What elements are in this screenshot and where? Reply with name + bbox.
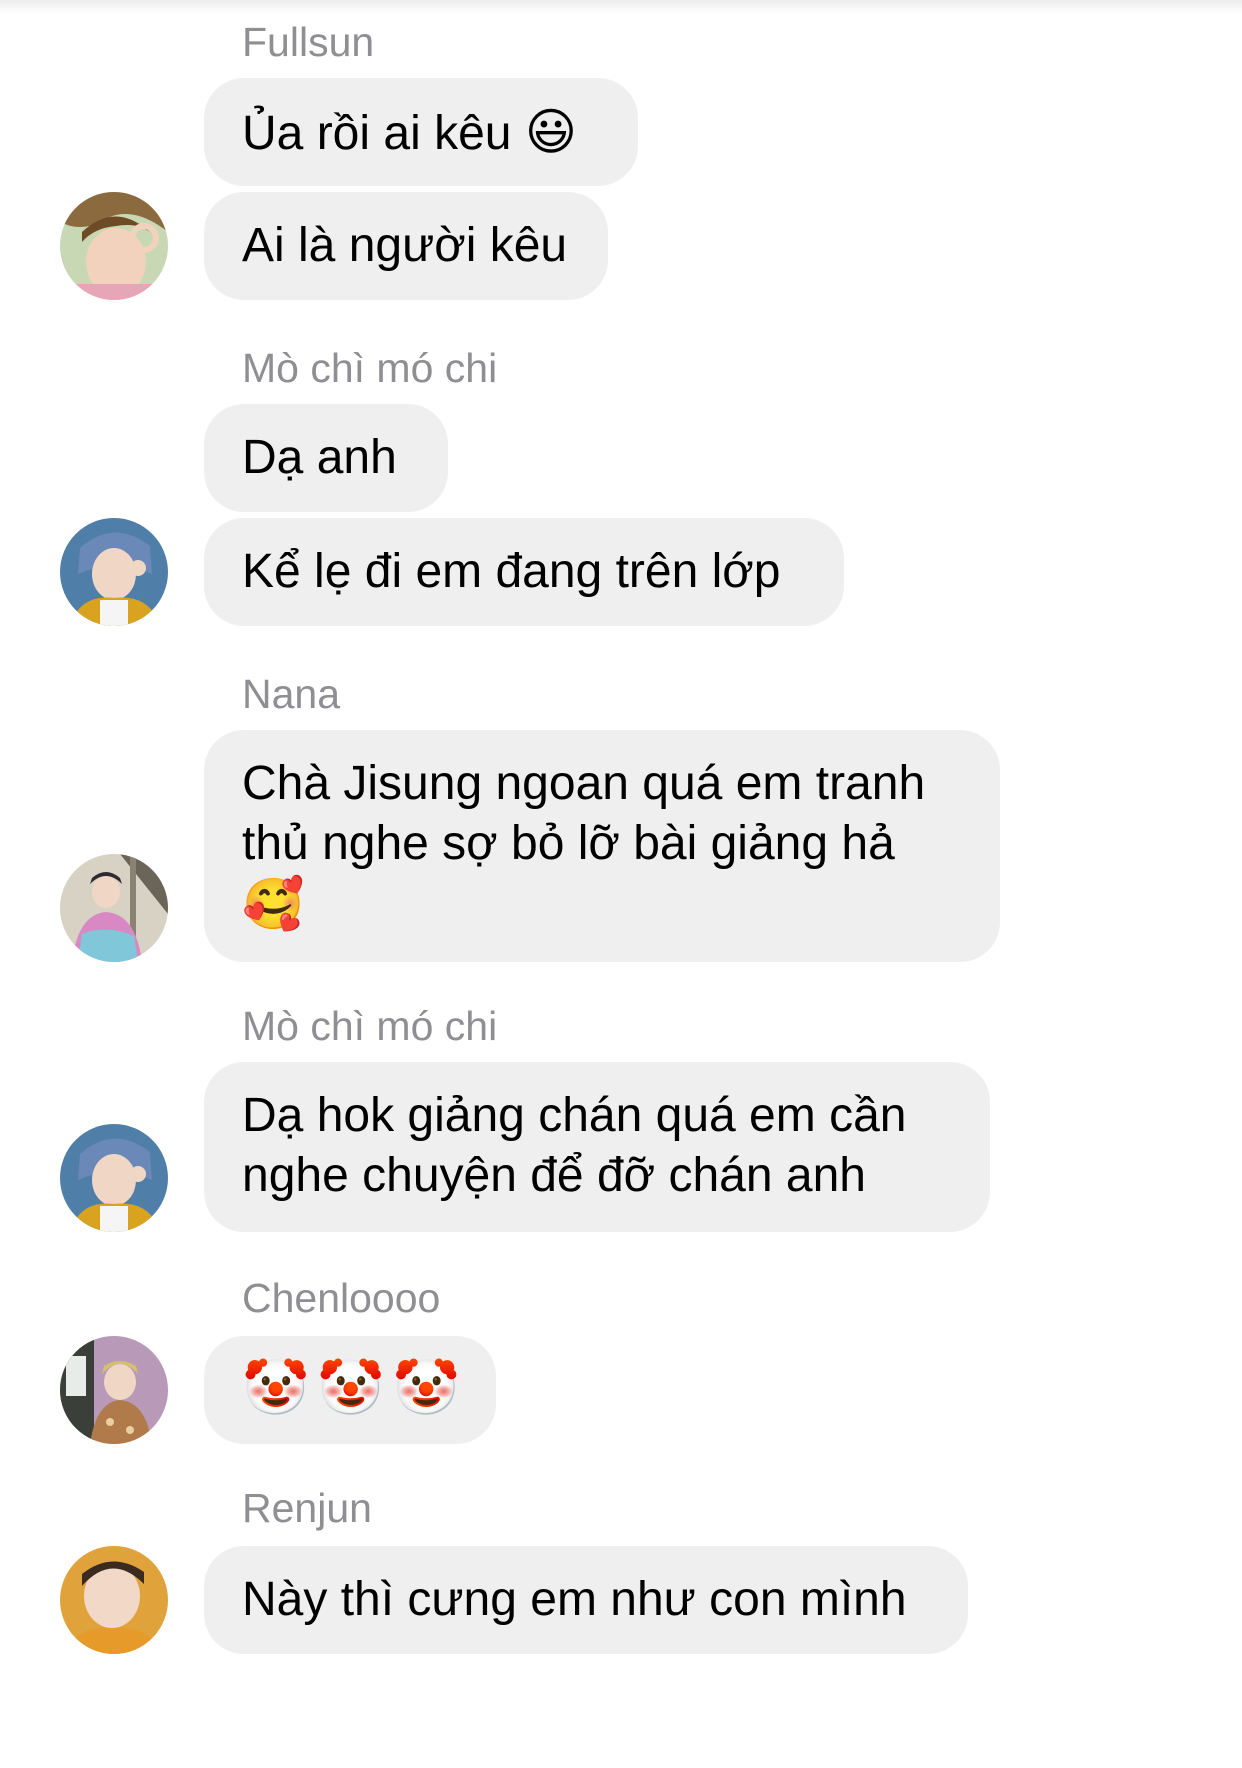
- smiling-face-with-hearts-emoji-icon: 🥰: [242, 875, 305, 933]
- avatar-photo-icon: [60, 192, 168, 300]
- sender-name: Mò chì mó chi: [242, 1003, 498, 1049]
- avatar-photo-icon: [60, 1124, 168, 1232]
- avatar-photo-icon: [60, 1546, 168, 1654]
- sender-name: Renjun: [242, 1485, 372, 1531]
- message-text: Này thì cưng em như con mình: [242, 1573, 907, 1626]
- top-shade: [0, 0, 1242, 14]
- avatar-fullsun[interactable]: [60, 192, 168, 300]
- avatar-mo-chi[interactable]: [60, 1124, 168, 1232]
- message-bubble[interactable]: Ai là người kêu: [204, 192, 608, 300]
- sender-name: Mò chì mó chi: [242, 345, 498, 391]
- sender-name: Nana: [242, 671, 341, 717]
- avatar-photo-icon: [60, 1336, 168, 1444]
- sender-name: Fullsun: [242, 19, 375, 65]
- message-text: Chà Jisung ngoan quá em tranh thủ nghe s…: [242, 757, 926, 870]
- avatar-photo-icon: [60, 518, 168, 626]
- grinning-face-emoji-icon: 😃: [524, 103, 577, 161]
- message-text: Kể lẹ đi em đang trên lớp: [242, 545, 781, 598]
- clown-face-emoji-icon: 🤡🤡🤡: [242, 1356, 468, 1419]
- message-bubble[interactable]: Dạ anh: [204, 404, 448, 512]
- message-bubble[interactable]: 🤡🤡🤡: [204, 1336, 496, 1444]
- avatar-renjun[interactable]: [60, 1546, 168, 1654]
- avatar-photo-icon: [60, 854, 168, 962]
- message-bubble[interactable]: Chà Jisung ngoan quá em tranh thủ nghe s…: [204, 730, 1000, 962]
- avatar-mo-chi[interactable]: [60, 518, 168, 626]
- message-text: Dạ anh: [242, 431, 397, 484]
- message-bubble[interactable]: Dạ hok giảng chán quá em cần nghe chuyện…: [204, 1062, 990, 1232]
- avatar-nana[interactable]: [60, 854, 168, 962]
- message-text: Ủa rồi ai kêu: [242, 107, 512, 160]
- message-bubble[interactable]: Kể lẹ đi em đang trên lớp: [204, 518, 844, 626]
- message-text: Dạ hok giảng chán quá em cần nghe chuyện…: [242, 1089, 907, 1202]
- sender-name: Chenloooo: [242, 1275, 441, 1321]
- avatar-chenloooo[interactable]: [60, 1336, 168, 1444]
- message-bubble[interactable]: Này thì cưng em như con mình: [204, 1546, 968, 1654]
- message-bubble[interactable]: Ủa rồi ai kêu 😃: [204, 78, 638, 186]
- message-text: Ai là người kêu: [242, 219, 568, 272]
